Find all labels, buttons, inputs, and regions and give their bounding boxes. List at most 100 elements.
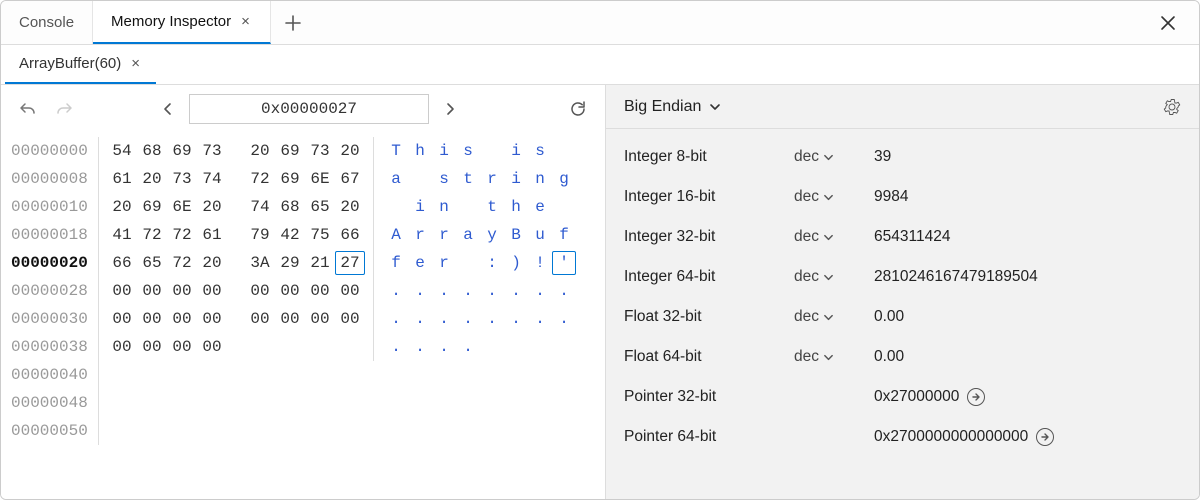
ascii-cell[interactable] [456, 249, 480, 277]
row-address[interactable]: 00000008 [11, 165, 99, 193]
byte-cell[interactable]: 00 [167, 305, 197, 333]
byte-cell[interactable]: 73 [197, 137, 227, 165]
top-tab-memory-inspector[interactable]: Memory Inspector× [93, 1, 271, 44]
prev-page-button[interactable] [157, 98, 179, 120]
ascii-cell[interactable]: r [432, 221, 456, 249]
ascii-cell[interactable]: . [552, 305, 576, 333]
byte-cell[interactable]: 6E [305, 165, 335, 193]
byte-cell[interactable]: 00 [137, 305, 167, 333]
byte-cell[interactable]: 72 [167, 221, 197, 249]
row-address[interactable]: 00000028 [11, 277, 99, 305]
byte-cell[interactable]: 20 [197, 193, 227, 221]
byte-cell[interactable]: 72 [167, 249, 197, 277]
byte-cell[interactable]: 20 [107, 193, 137, 221]
ascii-cell[interactable]: . [384, 305, 408, 333]
ascii-cell[interactable]: . [504, 305, 528, 333]
byte-cell[interactable]: 61 [197, 221, 227, 249]
close-icon[interactable]: × [129, 55, 142, 72]
ascii-cell[interactable]: h [408, 137, 432, 165]
ascii-cell[interactable]: r [432, 249, 456, 277]
byte-cell[interactable]: 69 [275, 137, 305, 165]
row-address[interactable]: 00000040 [11, 361, 99, 389]
byte-cell[interactable] [335, 333, 365, 361]
byte-cell[interactable]: 61 [107, 165, 137, 193]
ascii-cell[interactable] [528, 333, 552, 361]
byte-cell[interactable]: 27 [335, 251, 365, 275]
ascii-cell[interactable]: . [480, 305, 504, 333]
next-page-button[interactable] [439, 98, 461, 120]
byte-cell[interactable]: 00 [335, 277, 365, 305]
ascii-cell[interactable]: e [408, 249, 432, 277]
ascii-cell[interactable]: . [408, 277, 432, 305]
redo-button[interactable] [51, 96, 77, 122]
ascii-cell[interactable] [384, 193, 408, 221]
ascii-cell[interactable]: ! [528, 249, 552, 277]
ascii-cell[interactable]: . [552, 277, 576, 305]
byte-cell[interactable]: 00 [197, 305, 227, 333]
byte-cell[interactable]: 69 [167, 137, 197, 165]
byte-cell[interactable]: 67 [335, 165, 365, 193]
ascii-cell[interactable]: A [384, 221, 408, 249]
jump-to-address-button[interactable] [1036, 428, 1054, 446]
byte-cell[interactable]: 73 [305, 137, 335, 165]
row-address[interactable]: 00000010 [11, 193, 99, 221]
byte-cell[interactable]: 00 [275, 305, 305, 333]
byte-cell[interactable]: 68 [275, 193, 305, 221]
ascii-cell[interactable]: u [528, 221, 552, 249]
byte-cell[interactable]: 68 [137, 137, 167, 165]
hex-table[interactable]: 000000005468697320697320This is 00000008… [1, 133, 605, 455]
byte-cell[interactable] [275, 333, 305, 361]
ascii-cell[interactable]: ' [552, 251, 576, 275]
refresh-button[interactable] [565, 96, 591, 122]
ascii-cell[interactable]: y [480, 221, 504, 249]
ascii-cell[interactable]: i [504, 137, 528, 165]
byte-cell[interactable]: 69 [137, 193, 167, 221]
row-address[interactable]: 00000030 [11, 305, 99, 333]
byte-cell[interactable]: 20 [197, 249, 227, 277]
row-address[interactable]: 00000038 [11, 333, 99, 361]
ascii-cell[interactable]: h [504, 193, 528, 221]
byte-cell[interactable]: 00 [137, 333, 167, 361]
byte-cell[interactable]: 00 [197, 277, 227, 305]
ascii-cell[interactable] [480, 333, 504, 361]
row-address[interactable]: 00000000 [11, 137, 99, 165]
ascii-cell[interactable]: i [408, 193, 432, 221]
endianness-select[interactable]: Big Endian [624, 98, 721, 116]
ascii-cell[interactable]: f [384, 249, 408, 277]
byte-cell[interactable]: 66 [107, 249, 137, 277]
byte-cell[interactable]: 41 [107, 221, 137, 249]
ascii-cell[interactable]: . [384, 277, 408, 305]
byte-cell[interactable]: 72 [245, 165, 275, 193]
value-format-select[interactable]: dec [794, 148, 874, 166]
jump-to-address-button[interactable] [967, 388, 985, 406]
value-format-select[interactable]: dec [794, 188, 874, 206]
ascii-cell[interactable] [504, 333, 528, 361]
byte-cell[interactable]: 74 [197, 165, 227, 193]
ascii-cell[interactable] [456, 193, 480, 221]
ascii-cell[interactable]: . [408, 333, 432, 361]
byte-cell[interactable]: 42 [275, 221, 305, 249]
ascii-cell[interactable]: r [480, 165, 504, 193]
ascii-cell[interactable]: . [432, 333, 456, 361]
ascii-cell[interactable]: g [552, 165, 576, 193]
ascii-cell[interactable]: e [528, 193, 552, 221]
byte-cell[interactable]: 00 [107, 305, 137, 333]
row-address[interactable]: 00000020 [11, 249, 99, 277]
address-input[interactable] [189, 94, 429, 124]
ascii-cell[interactable]: s [432, 165, 456, 193]
byte-cell[interactable] [305, 333, 335, 361]
ascii-cell[interactable] [552, 333, 576, 361]
settings-button[interactable] [1163, 98, 1181, 116]
top-tab-console[interactable]: Console [1, 1, 93, 44]
ascii-cell[interactable]: . [504, 277, 528, 305]
ascii-cell[interactable]: . [480, 277, 504, 305]
ascii-cell[interactable]: . [432, 277, 456, 305]
value-format-select[interactable]: dec [794, 228, 874, 246]
ascii-cell[interactable]: T [384, 137, 408, 165]
ascii-cell[interactable]: B [504, 221, 528, 249]
ascii-cell[interactable]: a [384, 165, 408, 193]
ascii-cell[interactable]: r [408, 221, 432, 249]
ascii-cell[interactable]: n [528, 165, 552, 193]
ascii-cell[interactable]: . [456, 305, 480, 333]
byte-cell[interactable]: 20 [137, 165, 167, 193]
